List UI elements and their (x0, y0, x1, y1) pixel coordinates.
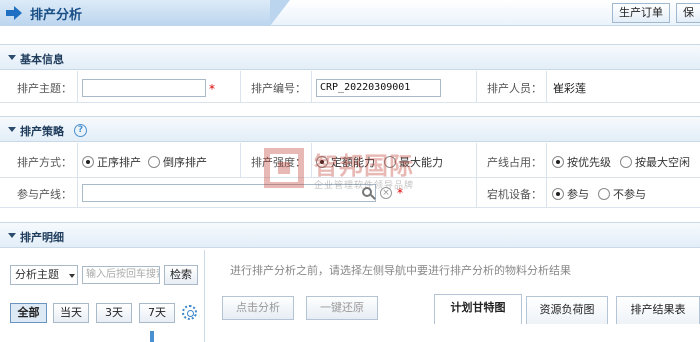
section-title: 排产策略 (20, 125, 64, 138)
code-label: 排产编号： (251, 82, 306, 95)
radio-label: 按优先级 (567, 156, 611, 169)
watermark-logo-icon (264, 148, 304, 188)
mode-label: 排产方式： (17, 156, 72, 169)
required-mark: * (209, 82, 215, 96)
radio-label: 按最大空闲 (635, 156, 690, 169)
range-today-button[interactable]: 当天 (53, 303, 89, 323)
arrow-right-icon (6, 6, 22, 20)
range-all-button[interactable]: 全部 (10, 303, 47, 323)
section-title: 排产明细 (20, 231, 64, 244)
range-7days-button[interactable]: 7天 (139, 303, 175, 323)
section-detail[interactable]: 排产明细 (0, 222, 700, 248)
radio-dot[interactable] (148, 156, 160, 168)
radio-backward[interactable]: 倒序排产 (148, 154, 207, 170)
radio-label: 倒序排产 (163, 156, 207, 169)
section-title: 基本信息 (20, 53, 64, 66)
gear-icon[interactable] (182, 305, 197, 320)
save-button[interactable]: 保存 (676, 3, 700, 23)
theme-select[interactable]: 分析主题 (10, 265, 78, 285)
radio-label: 参与 (567, 188, 589, 201)
radio-dot[interactable] (620, 156, 632, 168)
help-icon[interactable]: ? (74, 124, 87, 137)
radio-forward[interactable]: 正序排产 (82, 154, 141, 170)
hint-text: 进行排产分析之前，请选择左侧导航中要进行排产分析的物料分析结果 (230, 264, 571, 277)
lines-label: 参与产线： (17, 188, 72, 201)
divider (546, 71, 547, 103)
person-value: 崔彩莲 (553, 82, 586, 95)
search-input[interactable]: 输入后按回车搜索 (82, 266, 160, 284)
divider (77, 143, 78, 178)
divider (546, 178, 547, 208)
downtime-label: 宕机设备： (487, 188, 542, 201)
top-bar: 排产分析 生产订单 保存 (0, 0, 700, 26)
search-button[interactable]: 检索 (164, 265, 198, 285)
left-nav-panel: 分析主题 输入后按回车搜索 检索 全部 当天 3天 7天 (0, 250, 205, 342)
collapse-triangle-icon[interactable] (8, 127, 16, 132)
tab-resource-load[interactable]: 资源负荷图 (526, 296, 608, 324)
right-content-panel: 进行排产分析之前，请选择左侧导航中要进行排产分析的物料分析结果 点击分析 一键还… (206, 250, 700, 342)
divider (77, 178, 78, 208)
divider (311, 71, 312, 103)
basic-info-row: 排产主题： * 排产编号： CRP_20220309001 排产人员： 崔彩莲 (0, 71, 700, 103)
chevron-down-icon (69, 274, 75, 278)
radio-not-participate[interactable]: 不参与 (598, 186, 646, 202)
radio-label: 不参与 (613, 188, 646, 201)
radio-dot[interactable] (598, 188, 610, 200)
radio-priority[interactable]: 按优先级 (552, 154, 611, 170)
radio-max-idle[interactable]: 按最大空闲 (620, 154, 690, 170)
page-title: 排产分析 (30, 8, 83, 23)
watermark: 智邦国际 企业管理软件领导品牌 (264, 146, 439, 198)
select-value: 分析主题 (15, 268, 59, 281)
watermark-name: 智邦国际 (314, 152, 414, 180)
section-strategy[interactable]: 排产策略 ? (0, 116, 700, 142)
tab-gantt[interactable]: 计划甘特图 (434, 294, 522, 324)
radio-label: 正序排产 (97, 156, 141, 169)
divider (77, 71, 78, 103)
radio-dot[interactable] (82, 156, 94, 168)
range-3days-button[interactable]: 3天 (96, 303, 132, 323)
theme-input[interactable] (82, 79, 206, 97)
reset-button[interactable]: 一键还原 (306, 296, 378, 320)
radio-participate[interactable]: 参与 (552, 186, 589, 202)
line-usage-label: 产线占用： (487, 156, 542, 169)
collapse-triangle-icon[interactable] (8, 233, 16, 238)
scrollbar[interactable] (150, 331, 154, 342)
section-basic-info[interactable]: 基本信息 (0, 44, 700, 70)
production-order-button[interactable]: 生产订单 (612, 3, 670, 23)
divider (546, 143, 547, 178)
tab-result-table[interactable]: 排产结果表 (616, 296, 700, 324)
title-tab: 排产分析 (0, 0, 290, 26)
collapse-triangle-icon[interactable] (8, 55, 16, 60)
analyze-button[interactable]: 点击分析 (222, 296, 294, 320)
watermark-slogan: 企业管理软件领导品牌 (314, 181, 415, 191)
person-label: 排产人员： (487, 82, 542, 95)
code-input[interactable]: CRP_20220309001 (316, 79, 441, 97)
radio-dot[interactable] (552, 188, 564, 200)
theme-label: 排产主题： (17, 82, 72, 95)
radio-dot[interactable] (552, 156, 564, 168)
